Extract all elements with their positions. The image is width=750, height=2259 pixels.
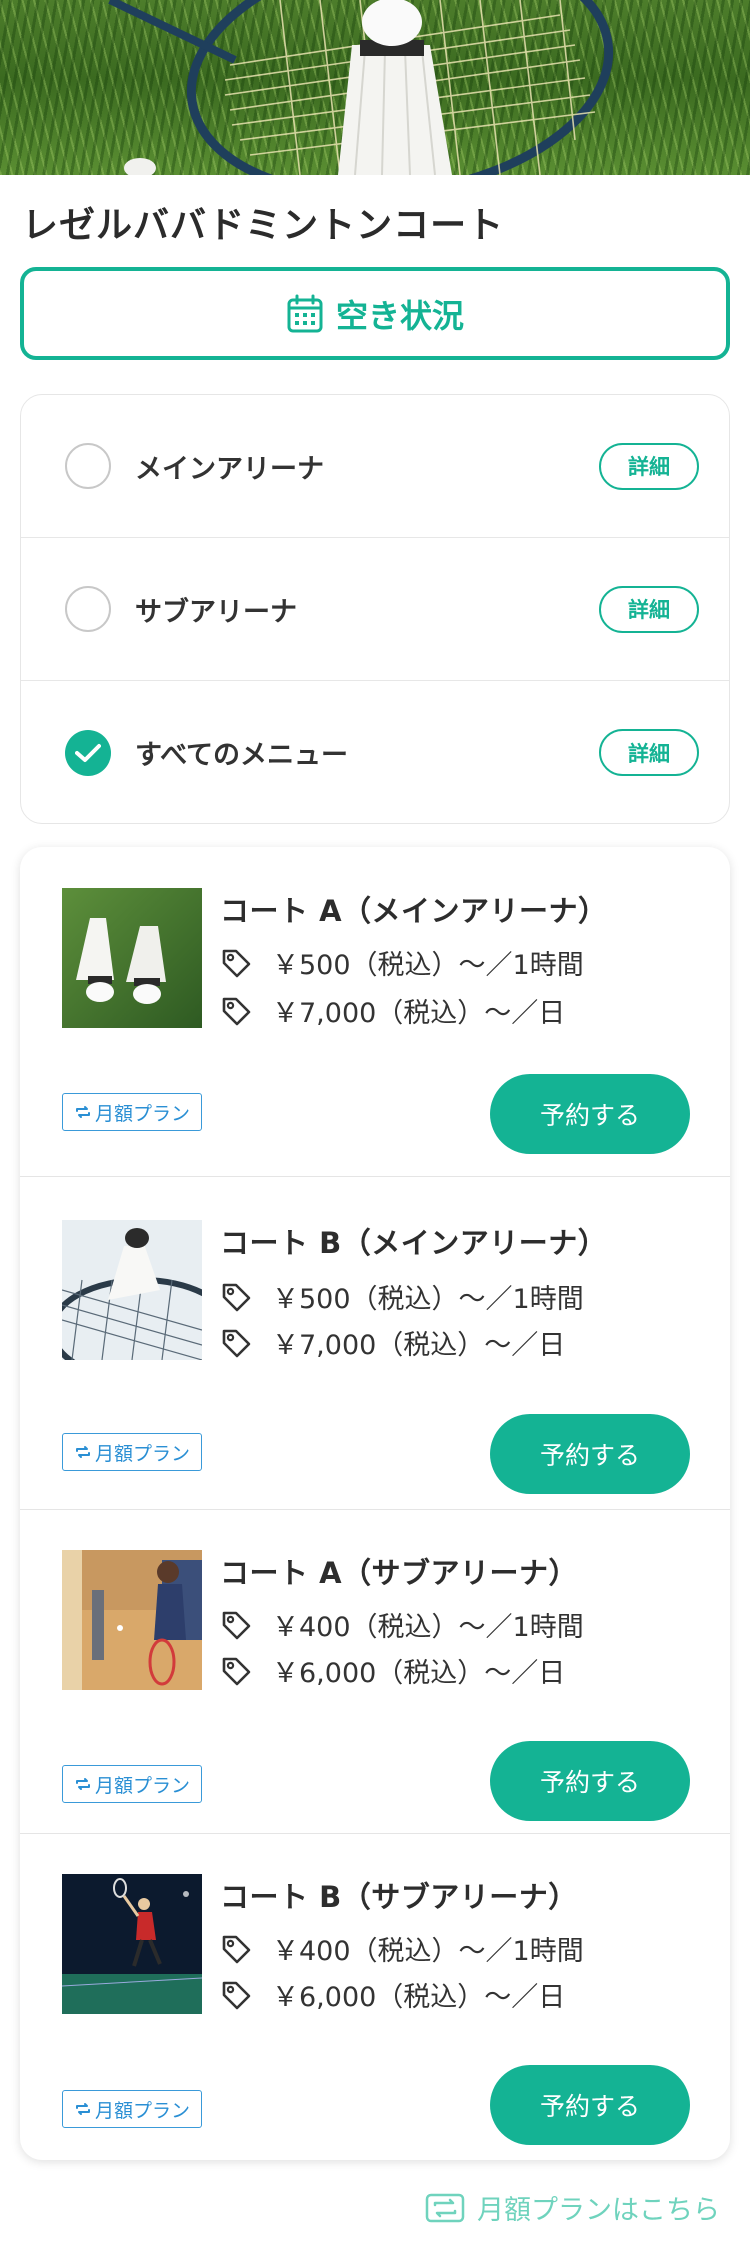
ticket-icon (421, 2183, 469, 2231)
availability-label: 空き状況 (335, 296, 464, 335)
monthly-plan-text: 月額プラン (94, 2099, 190, 2122)
hero-image (0, 0, 750, 175)
price-hourly: ￥500（税込）～／1時間 (220, 1277, 584, 1316)
court-thumbnail (62, 1220, 202, 1360)
court-name: コート A（サブアリーナ） (220, 1556, 579, 1590)
repeat-icon (74, 1775, 92, 1793)
court-thumbnail (62, 1550, 202, 1690)
monthly-plan-text: 月額プラン (94, 1442, 190, 1465)
monthly-plan-badge: 月額プラン (62, 1765, 202, 1803)
court-list: コート A（メインアリーナ） ￥500（税込）～／1時間 ￥7,000（税込）～… (20, 847, 730, 2160)
court-name: コート A（メインアリーナ） (220, 894, 608, 928)
reserve-button[interactable]: 予約する (490, 1074, 690, 1154)
price-tag-icon (220, 1609, 252, 1641)
price-tag-icon (220, 947, 252, 979)
category-label: すべてのメニュー (135, 740, 349, 771)
category-label: メインアリーナ (135, 453, 324, 485)
court-item: コート A（サブアリーナ） ￥400（税込）～／1時間 ￥6,000（税込）～／… (20, 1510, 730, 1834)
court-item: コート B（メインアリーナ） ￥500（税込）～／1時間 ￥7,000（税込）～… (20, 1177, 730, 1510)
price-hourly-text: ￥500（税込）～／1時間 (272, 1284, 584, 1315)
price-daily-text: ￥6,000（税込）～／日 (272, 1982, 566, 2013)
price-hourly: ￥400（税込）～／1時間 (220, 1605, 584, 1644)
monthly-plan-link[interactable]: 月額プランはこちら (421, 2183, 720, 2231)
court-item: コート B（サブアリーナ） ￥400（税込）～／1時間 ￥6,000（税込）～／… (20, 1834, 730, 2160)
checkmark-icon (75, 743, 101, 762)
court-thumbnail (62, 1874, 202, 2014)
court-item: コート A（メインアリーナ） ￥500（税込）～／1時間 ￥7,000（税込）～… (20, 847, 730, 1177)
price-hourly: ￥400（税込）～／1時間 (220, 1929, 584, 1968)
price-tag-icon (220, 1979, 252, 2011)
monthly-plan-link-text: 月額プランはこちら (477, 2194, 720, 2226)
repeat-icon (74, 1443, 92, 1461)
price-tag-icon (220, 1281, 252, 1313)
price-hourly: ￥500（税込）～／1時間 (220, 943, 584, 982)
detail-button[interactable]: 詳細 (599, 442, 699, 490)
court-thumbnail (62, 888, 202, 1028)
category-item-main-arena[interactable]: メインアリーナ 詳細 (21, 395, 729, 538)
monthly-plan-badge: 月額プラン (62, 1433, 202, 1471)
detail-button[interactable]: 詳細 (599, 729, 699, 776)
radio-button[interactable] (65, 443, 111, 489)
monthly-plan-badge: 月額プラン (62, 1093, 202, 1131)
category-list: メインアリーナ 詳細 サブアリーナ 詳細 すべてのメニュー 詳細 (20, 394, 730, 824)
price-tag-icon (220, 1655, 252, 1687)
price-daily-text: ￥7,000（税込）～／日 (272, 998, 566, 1029)
category-item-all-menus[interactable]: すべてのメニュー 詳細 (21, 681, 729, 823)
court-name: コート B（メインアリーナ） (220, 1226, 608, 1260)
repeat-icon (74, 1103, 92, 1121)
price-tag-icon (220, 995, 252, 1027)
radio-button[interactable] (65, 586, 111, 632)
category-label: サブアリーナ (135, 596, 297, 628)
monthly-plan-text: 月額プラン (94, 1102, 190, 1125)
facility-title: レゼルババドミントンコート (22, 205, 505, 246)
category-item-sub-arena[interactable]: サブアリーナ 詳細 (21, 538, 729, 681)
price-daily-text: ￥6,000（税込）～／日 (272, 1658, 566, 1689)
price-hourly-text: ￥400（税込）～／1時間 (272, 1936, 584, 1967)
price-hourly-text: ￥500（税込）～／1時間 (272, 950, 584, 981)
reserve-button[interactable]: 予約する (490, 2065, 690, 2145)
court-name: コート B（サブアリーナ） (220, 1880, 578, 1914)
price-daily: ￥6,000（税込）～／日 (220, 1975, 565, 2014)
reserve-button[interactable]: 予約する (490, 1741, 690, 1821)
price-tag-icon (220, 1327, 252, 1359)
price-daily: ￥6,000（税込）～／日 (220, 1651, 565, 1690)
price-daily: ￥7,000（税込）～／日 (220, 991, 565, 1030)
price-tag-icon (220, 1933, 252, 1965)
availability-button[interactable]: 空き状況 (20, 267, 730, 360)
price-daily: ￥7,000（税込）～／日 (220, 1323, 565, 1362)
price-hourly-text: ￥400（税込）～／1時間 (272, 1612, 584, 1643)
radio-button-checked[interactable] (65, 729, 111, 776)
price-daily-text: ￥7,000（税込）～／日 (272, 1330, 566, 1361)
repeat-icon (74, 2100, 92, 2118)
calendar-icon (286, 294, 324, 334)
monthly-plan-badge: 月額プラン (62, 2090, 202, 2128)
monthly-plan-text: 月額プラン (94, 1774, 190, 1797)
detail-button[interactable]: 詳細 (599, 585, 699, 633)
reserve-button[interactable]: 予約する (490, 1414, 690, 1494)
